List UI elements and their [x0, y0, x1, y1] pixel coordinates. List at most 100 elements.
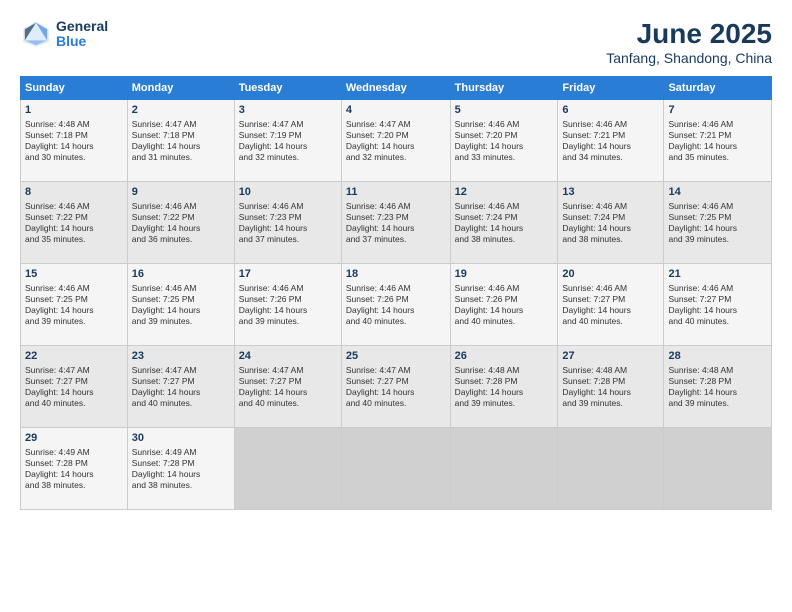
cell-info-line: and 40 minutes. — [132, 398, 230, 409]
cell-info-line: Sunset: 7:21 PM — [668, 130, 767, 141]
cell-info-line: and 40 minutes. — [25, 398, 123, 409]
cell-info-line: Daylight: 14 hours — [132, 469, 230, 480]
cell-info-line: and 39 minutes. — [455, 398, 554, 409]
weekday-header-saturday: Saturday — [664, 77, 772, 100]
calendar-cell: 16Sunrise: 4:46 AMSunset: 7:25 PMDayligh… — [127, 264, 234, 346]
calendar: SundayMondayTuesdayWednesdayThursdayFrid… — [20, 76, 772, 510]
cell-info-line: Sunrise: 4:46 AM — [668, 201, 767, 212]
cell-info-line: and 40 minutes. — [668, 316, 767, 327]
cell-info-line: and 38 minutes. — [25, 480, 123, 491]
weekday-header-friday: Friday — [558, 77, 664, 100]
cell-info-line: Sunrise: 4:47 AM — [346, 365, 446, 376]
cell-info-line: Sunrise: 4:46 AM — [455, 283, 554, 294]
cell-info-line: Sunset: 7:28 PM — [25, 458, 123, 469]
day-number: 4 — [346, 103, 446, 117]
day-number: 26 — [455, 349, 554, 363]
cell-info-line: Sunrise: 4:46 AM — [562, 119, 659, 130]
cell-info-line: Sunset: 7:26 PM — [239, 294, 337, 305]
cell-info-line: Sunrise: 4:46 AM — [346, 201, 446, 212]
week-row-3: 15Sunrise: 4:46 AMSunset: 7:25 PMDayligh… — [21, 264, 772, 346]
calendar-cell: 17Sunrise: 4:46 AMSunset: 7:26 PMDayligh… — [234, 264, 341, 346]
cell-info-line: Sunrise: 4:46 AM — [668, 283, 767, 294]
cell-info-line: and 39 minutes. — [668, 398, 767, 409]
week-row-4: 22Sunrise: 4:47 AMSunset: 7:27 PMDayligh… — [21, 346, 772, 428]
cell-info-line: Sunrise: 4:46 AM — [132, 201, 230, 212]
calendar-cell: 20Sunrise: 4:46 AMSunset: 7:27 PMDayligh… — [558, 264, 664, 346]
cell-info-line: Sunrise: 4:46 AM — [25, 283, 123, 294]
title-area: June 2025 Tanfang, Shandong, China — [606, 18, 772, 66]
cell-info-line: and 38 minutes. — [132, 480, 230, 491]
logo-general: General — [56, 19, 108, 34]
day-number: 9 — [132, 185, 230, 199]
day-number: 30 — [132, 431, 230, 445]
cell-info-line: and 37 minutes. — [346, 234, 446, 245]
calendar-cell: 7Sunrise: 4:46 AMSunset: 7:21 PMDaylight… — [664, 100, 772, 182]
weekday-header-sunday: Sunday — [21, 77, 128, 100]
day-number: 1 — [25, 103, 123, 117]
cell-info-line: and 40 minutes. — [239, 398, 337, 409]
cell-info-line: Daylight: 14 hours — [346, 223, 446, 234]
cell-info-line: Daylight: 14 hours — [562, 305, 659, 316]
cell-info-line: Daylight: 14 hours — [25, 387, 123, 398]
cell-info-line: and 40 minutes. — [562, 316, 659, 327]
cell-info-line: Sunrise: 4:47 AM — [132, 365, 230, 376]
cell-info-line: and 34 minutes. — [562, 152, 659, 163]
cell-info-line: Sunrise: 4:46 AM — [455, 119, 554, 130]
calendar-cell — [558, 428, 664, 510]
cell-info-line: Sunset: 7:27 PM — [668, 294, 767, 305]
cell-info-line: Sunrise: 4:46 AM — [562, 283, 659, 294]
logo-blue: Blue — [56, 34, 108, 49]
weekday-header-wednesday: Wednesday — [341, 77, 450, 100]
calendar-cell: 3Sunrise: 4:47 AMSunset: 7:19 PMDaylight… — [234, 100, 341, 182]
cell-info-line: and 33 minutes. — [455, 152, 554, 163]
weekday-header-thursday: Thursday — [450, 77, 558, 100]
cell-info-line: Sunrise: 4:47 AM — [239, 365, 337, 376]
cell-info-line: and 32 minutes. — [346, 152, 446, 163]
day-number: 10 — [239, 185, 337, 199]
cell-info-line: Daylight: 14 hours — [25, 141, 123, 152]
week-row-1: 1Sunrise: 4:48 AMSunset: 7:18 PMDaylight… — [21, 100, 772, 182]
day-number: 23 — [132, 349, 230, 363]
cell-info-line: Daylight: 14 hours — [346, 141, 446, 152]
cell-info-line: Daylight: 14 hours — [455, 305, 554, 316]
cell-info-line: Sunrise: 4:46 AM — [239, 283, 337, 294]
cell-info-line: Sunrise: 4:46 AM — [25, 201, 123, 212]
calendar-cell: 23Sunrise: 4:47 AMSunset: 7:27 PMDayligh… — [127, 346, 234, 428]
cell-info-line: Sunrise: 4:48 AM — [455, 365, 554, 376]
calendar-cell: 25Sunrise: 4:47 AMSunset: 7:27 PMDayligh… — [341, 346, 450, 428]
cell-info-line: and 40 minutes. — [346, 398, 446, 409]
calendar-cell — [664, 428, 772, 510]
cell-info-line: and 31 minutes. — [132, 152, 230, 163]
cell-info-line: and 38 minutes. — [562, 234, 659, 245]
cell-info-line: Daylight: 14 hours — [346, 305, 446, 316]
calendar-cell: 10Sunrise: 4:46 AMSunset: 7:23 PMDayligh… — [234, 182, 341, 264]
cell-info-line: Sunset: 7:25 PM — [668, 212, 767, 223]
cell-info-line: Sunset: 7:27 PM — [562, 294, 659, 305]
cell-info-line: Daylight: 14 hours — [455, 223, 554, 234]
cell-info-line: Sunset: 7:20 PM — [455, 130, 554, 141]
cell-info-line: Daylight: 14 hours — [239, 387, 337, 398]
cell-info-line: Sunrise: 4:47 AM — [132, 119, 230, 130]
cell-info-line: Daylight: 14 hours — [239, 141, 337, 152]
day-number: 3 — [239, 103, 337, 117]
cell-info-line: Sunset: 7:22 PM — [132, 212, 230, 223]
cell-info-line: Sunrise: 4:46 AM — [562, 201, 659, 212]
cell-info-line: Daylight: 14 hours — [668, 141, 767, 152]
cell-info-line: Sunset: 7:25 PM — [25, 294, 123, 305]
cell-info-line: Sunset: 7:26 PM — [455, 294, 554, 305]
cell-info-line: Sunset: 7:27 PM — [239, 376, 337, 387]
cell-info-line: and 32 minutes. — [239, 152, 337, 163]
calendar-cell: 29Sunrise: 4:49 AMSunset: 7:28 PMDayligh… — [21, 428, 128, 510]
cell-info-line: Sunrise: 4:48 AM — [668, 365, 767, 376]
cell-info-line: Daylight: 14 hours — [455, 141, 554, 152]
month-title: June 2025 — [606, 18, 772, 50]
calendar-cell: 6Sunrise: 4:46 AMSunset: 7:21 PMDaylight… — [558, 100, 664, 182]
day-number: 14 — [668, 185, 767, 199]
calendar-cell: 1Sunrise: 4:48 AMSunset: 7:18 PMDaylight… — [21, 100, 128, 182]
cell-info-line: Sunrise: 4:47 AM — [25, 365, 123, 376]
day-number: 12 — [455, 185, 554, 199]
day-number: 19 — [455, 267, 554, 281]
cell-info-line: Sunrise: 4:47 AM — [239, 119, 337, 130]
day-number: 18 — [346, 267, 446, 281]
calendar-cell: 2Sunrise: 4:47 AMSunset: 7:18 PMDaylight… — [127, 100, 234, 182]
